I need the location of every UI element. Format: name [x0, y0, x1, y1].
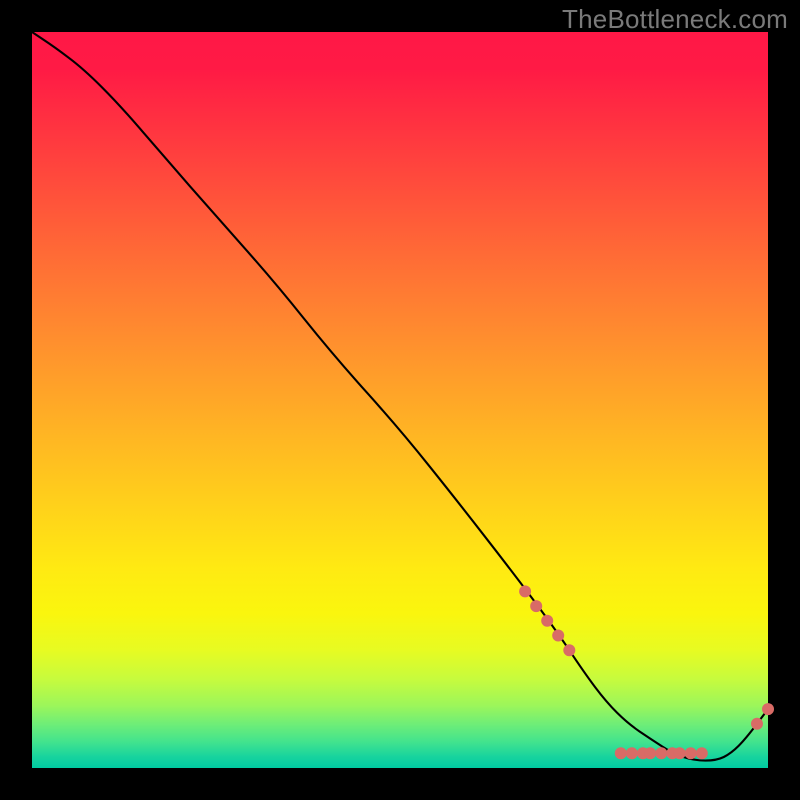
- data-point-marker: [655, 747, 667, 759]
- data-point-marker: [644, 747, 656, 759]
- marker-layer: [519, 585, 774, 759]
- data-point-marker: [685, 747, 697, 759]
- data-point-marker: [530, 600, 542, 612]
- watermark-text: TheBottleneck.com: [562, 4, 788, 35]
- data-point-marker: [519, 585, 531, 597]
- data-point-marker: [541, 615, 553, 627]
- data-point-marker: [696, 747, 708, 759]
- data-point-marker: [674, 747, 686, 759]
- data-point-marker: [762, 703, 774, 715]
- plot-area: [32, 32, 768, 768]
- data-point-marker: [552, 630, 564, 642]
- data-point-marker: [626, 747, 638, 759]
- bottleneck-curve-line: [32, 32, 768, 761]
- data-point-marker: [751, 718, 763, 730]
- data-point-marker: [615, 747, 627, 759]
- chart-svg: [32, 32, 768, 768]
- chart-frame: TheBottleneck.com: [0, 0, 800, 800]
- data-point-marker: [563, 644, 575, 656]
